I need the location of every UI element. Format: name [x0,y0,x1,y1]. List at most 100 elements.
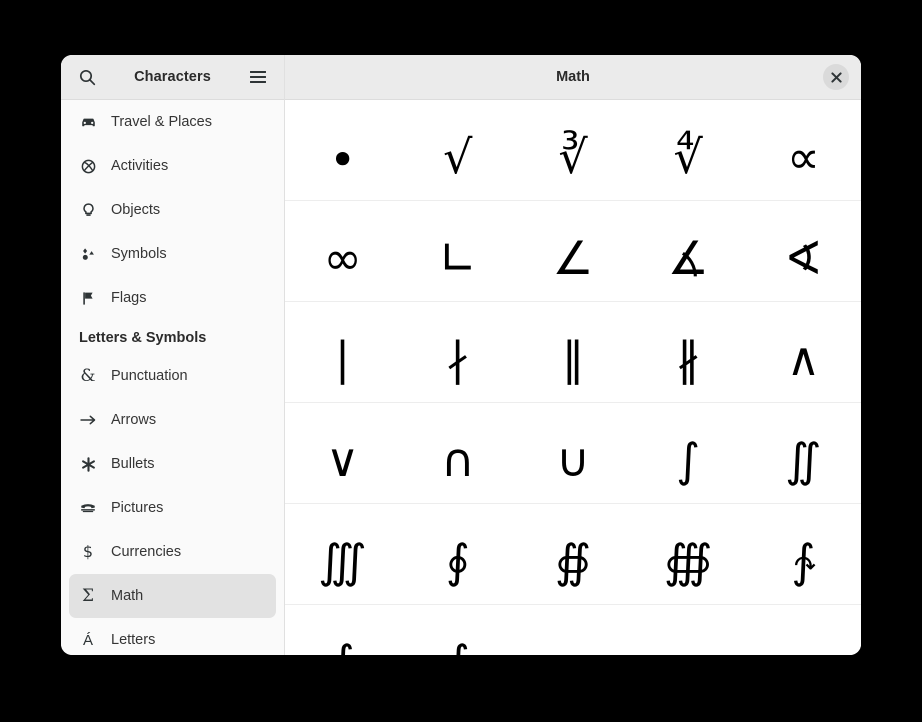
character-row: ∣ ∤ ∥ ∦ ∧ [285,302,861,403]
close-button[interactable] [823,64,849,90]
accented-a-icon: Á [82,631,93,649]
sidebar-section-title: Letters & Symbols [79,330,207,346]
main-menu-button[interactable] [242,61,274,93]
character-cell-parallel-to[interactable]: ∥ [515,302,630,402]
character-cell-fourth-root[interactable]: ∜ [631,100,746,200]
ampersand-icon: & [79,367,97,385]
sidebar-item-label: Objects [111,202,161,218]
close-icon [830,71,842,83]
telephone-icon [79,499,97,517]
car-icon [79,113,97,131]
sidebar-item-label: Symbols [111,246,167,262]
page-title: Math [556,69,590,85]
character-cell-intersection[interactable]: ∩ [400,403,515,503]
flag-icon [82,291,93,305]
sidebar-item-math[interactable]: Σ Math [69,574,276,618]
sidebar-item-label: Travel & Places [111,114,212,130]
character-cell-volume-integral[interactable]: ∰ [631,504,746,604]
sigma-icon: Σ [81,585,95,606]
activities-icon [81,159,95,173]
sidebar-header: Characters [61,55,284,100]
hamburger-menu-icon [250,71,266,83]
character-cell-anticlockwise-contour-integral[interactable]: ∳ [400,605,515,655]
character-cell-union[interactable]: ∪ [515,403,630,503]
search-icon [79,69,95,85]
character-cell-clockwise-integral[interactable]: ∱ [746,504,861,604]
dollar-icon: $ [79,543,97,561]
sidebar-item-label: Bullets [111,456,155,472]
sidebar-item-punctuation[interactable]: & Punctuation [69,354,276,398]
sidebar-item-pictures[interactable]: Pictures [69,486,276,530]
accented-a-icon: Á [79,631,97,649]
flag-icon [79,289,97,307]
sidebar-category-list[interactable]: Travel & Places Activities Objects Symbols F… [61,100,284,655]
character-cell-proportional-to[interactable]: ∝ [746,100,861,200]
character-row: ∙ √ ∛ ∜ ∝ [285,100,861,201]
character-row: ∨ ∩ ∪ ∫ ∬ [285,403,861,504]
sidebar-item-objects[interactable]: Objects [69,188,276,232]
sidebar: Characters Travel & Places Activities Obje… [61,55,285,655]
character-cell-double-integral[interactable]: ∬ [746,403,861,503]
character-cell-measured-angle[interactable]: ∡ [631,201,746,301]
character-cell-square-root[interactable]: √ [400,100,515,200]
character-row: ∲∳ [285,605,861,655]
character-grid[interactable]: ∙√∛∜∝∞∟∠∡∢∣∤∥∦∧∨∩∪∫∬∭∮∯∰∱∲∳ [285,100,861,655]
character-cell-divides[interactable]: ∣ [285,302,400,402]
shapes-icon [79,245,97,263]
character-cell-contour-integral[interactable]: ∮ [400,504,515,604]
sidebar-item-arrows[interactable]: Arrows [69,398,276,442]
character-cell-empty-cell[interactable] [515,605,630,655]
lightbulb-icon [82,202,94,216]
character-row: ∞ ∟ ∠ ∡ ∢ [285,201,861,302]
sidebar-item-symbols[interactable]: Symbols [69,232,276,276]
character-cell-integral[interactable]: ∫ [631,403,746,503]
sidebar-item-label: Pictures [111,500,164,516]
character-cell-bullet-operator[interactable]: ∙ [285,100,400,200]
character-cell-logical-or[interactable]: ∨ [285,403,400,503]
character-cell-clockwise-contour-integral[interactable]: ∲ [285,605,400,655]
asterisk-icon [81,456,95,472]
sidebar-item-travel-places[interactable]: Travel & Places [69,100,276,144]
character-cell-empty-cell[interactable] [746,605,861,655]
character-cell-infinity[interactable]: ∞ [285,201,400,301]
sidebar-item-label: Currencies [111,544,182,560]
sidebar-item-label: Math [111,588,144,604]
main-header: Math [285,55,861,100]
sidebar-item-label: Arrows [111,412,157,428]
shapes-icon [82,247,94,260]
character-cell-logical-and[interactable]: ∧ [746,302,861,402]
arrow-right-icon [80,415,96,425]
search-button[interactable] [71,61,103,93]
telephone-icon [81,504,95,513]
character-cell-not-parallel-to[interactable]: ∦ [631,302,746,402]
sidebar-title: Characters [134,69,211,85]
sidebar-item-label: Activities [111,158,169,174]
character-cell-angle[interactable]: ∠ [515,201,630,301]
character-cell-cube-root[interactable]: ∛ [515,100,630,200]
character-cell-empty-cell[interactable] [631,605,746,655]
car-icon [81,118,95,126]
activities-icon [79,157,97,175]
character-cell-triple-integral[interactable]: ∭ [285,504,400,604]
character-cell-spherical-angle[interactable]: ∢ [746,201,861,301]
sigma-icon: Σ [79,587,97,605]
sidebar-item-label: Flags [111,290,147,306]
sidebar-item-currencies[interactable]: $ Currencies [69,530,276,574]
character-cell-right-angle[interactable]: ∟ [400,201,515,301]
lightbulb-icon [79,201,97,219]
asterisk-icon [79,455,97,473]
character-cell-surface-integral[interactable]: ∯ [515,504,630,604]
sidebar-item-label: Punctuation [111,368,188,384]
sidebar-item-letters[interactable]: Á Letters [69,618,276,655]
sidebar-item-label: Letters [111,632,156,648]
main-panel: Math ∙√∛∜∝∞∟∠∡∢∣∤∥∦∧∨∩∪∫∬∭∮∯∰∱∲∳ [285,55,861,655]
character-cell-does-not-divide[interactable]: ∤ [400,302,515,402]
sidebar-item-flags[interactable]: Flags [69,276,276,320]
character-row: ∭ ∮ ∯ ∰ ∱ [285,504,861,605]
arrow-right-icon [79,411,97,429]
ampersand-icon: & [80,365,96,386]
dollar-icon: $ [82,542,94,561]
sidebar-item-bullets[interactable]: Bullets [69,442,276,486]
sidebar-item-activities[interactable]: Activities [69,144,276,188]
characters-app-window: Characters Travel & Places Activities Obje… [61,55,861,655]
